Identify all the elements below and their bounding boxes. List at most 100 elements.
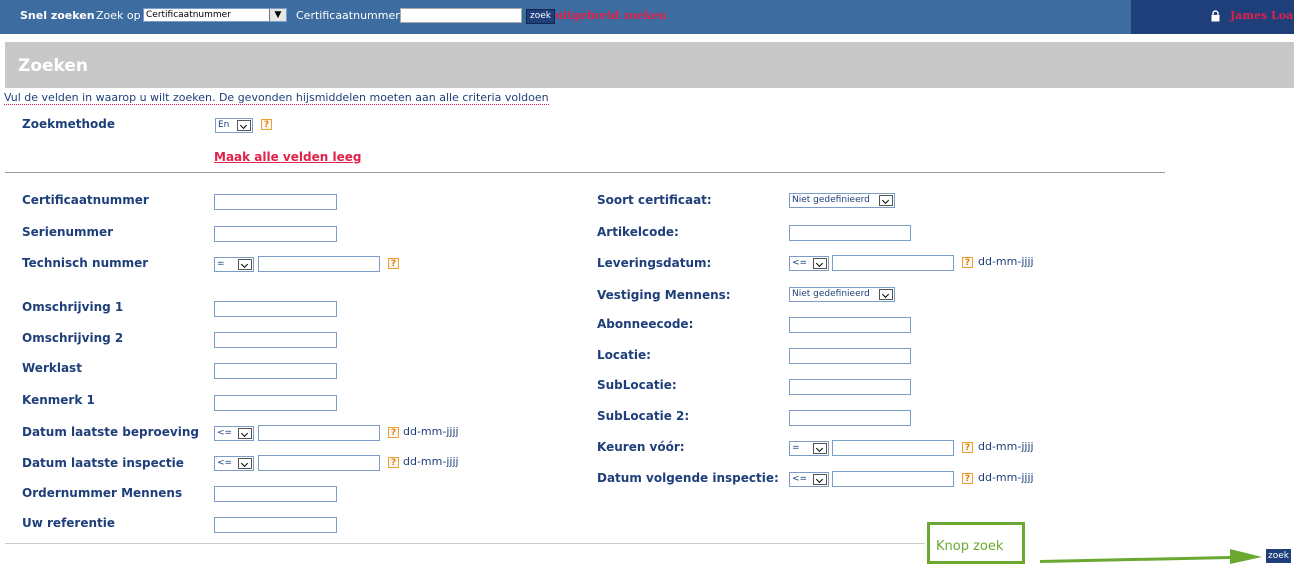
help-icon[interactable]: ? [962,257,973,268]
omschrijving-1-input[interactable] [214,301,337,317]
keuren-voor-input[interactable] [832,440,954,456]
label-locatie: Locatie: [597,348,651,362]
sublocatie-input[interactable] [789,379,911,395]
intro-text: Vul de velden in waarop u wilt zoeken. D… [4,91,549,105]
date-format-hint: dd-mm-jjjj [978,440,1034,453]
label-keuren-voor: Keuren vóór: [597,440,685,454]
chevron-down-icon [813,258,827,269]
chevron-down-icon [238,458,252,469]
technisch-nummer-input[interactable] [258,256,380,272]
beproeving-operator-select[interactable]: <= [214,426,254,441]
help-icon[interactable]: ? [388,427,399,438]
label-omschrijving-1: Omschrijving 1 [22,300,124,314]
chevron-down-icon [813,474,827,485]
method-select[interactable]: En [215,118,253,133]
date-format-hint: dd-mm-jjjj [978,471,1034,484]
certificaatnummer-input[interactable] [214,194,337,210]
label-datum-laatste-inspectie: Datum laatste inspectie [22,456,184,470]
chevron-down-icon: ▼ [269,9,286,21]
operator-value: <= [792,474,808,484]
search-by-label: Zoek op [96,9,141,22]
abonneecode-input[interactable] [789,317,911,333]
date-format-hint: dd-mm-jjjj [978,255,1034,268]
clear-fields-link[interactable]: Maak alle velden leeg [214,150,361,164]
search-submit-button[interactable]: zoek [1266,549,1291,563]
user-name-link[interactable]: James Loa [1230,9,1293,22]
label-datum-volgende-inspectie: Datum volgende inspectie: [597,471,779,485]
label-soort-certificaat: Soort certificaat: [597,193,712,207]
divider [5,543,925,544]
help-icon[interactable]: ? [388,457,399,468]
advanced-search-link[interactable]: uitgebreid zoeken [555,9,666,22]
help-icon[interactable]: ? [962,473,973,484]
werklast-input[interactable] [214,363,337,379]
operator-value: = [792,443,800,453]
label-certificaatnummer: Certificaatnummer [22,193,149,207]
help-icon[interactable]: ? [962,442,973,453]
page-title: Zoeken [18,56,89,76]
operator-value: <= [217,458,233,468]
divider [5,172,1165,173]
label-artikelcode: Artikelcode: [597,225,679,239]
sublocatie-2-input[interactable] [789,410,911,426]
leveringsdatum-operator-select[interactable]: <= [789,256,829,271]
soort-certificaat-value: Niet gedefinieerd [792,195,870,205]
omschrijving-2-input[interactable] [214,332,337,348]
keuren-voor-operator-select[interactable]: = [789,441,829,456]
operator-value: = [217,259,225,269]
label-sublocatie: SubLocatie: [597,378,677,392]
soort-certificaat-select[interactable]: Niet gedefinieerd [789,193,895,208]
locatie-input[interactable] [789,348,911,364]
inspectie-operator-select[interactable]: <= [214,456,254,471]
date-format-hint: dd-mm-jjjj [403,425,459,438]
arrow-right-icon [1040,549,1262,564]
serienummer-input[interactable] [214,226,337,242]
method-value: En [218,120,230,130]
label-ordernummer-mennens: Ordernummer Mennens [22,486,183,500]
volgende-inspectie-operator-select[interactable]: <= [789,472,829,487]
help-icon[interactable]: ? [261,119,272,130]
quick-field-label: Certificaatnummer [296,9,400,22]
operator-value: <= [217,428,233,438]
chevron-down-icon [879,195,893,206]
chevron-down-icon [238,259,252,270]
label-uw-referentie: Uw referentie [22,516,116,530]
method-label: Zoekmethode [22,117,115,131]
label-technisch-nummer: Technisch nummer [22,256,149,270]
label-sublocatie-2: SubLocatie 2: [597,409,690,423]
label-abonneecode: Abonneecode: [597,317,694,331]
ordernummer-input[interactable] [214,486,337,502]
quick-search-label: Snel zoeken [20,9,95,22]
vestiging-select[interactable]: Niet gedefinieerd [789,287,895,302]
leveringsdatum-input[interactable] [832,255,954,271]
date-format-hint: dd-mm-jjjj [403,455,459,468]
artikelcode-input[interactable] [789,225,911,241]
chevron-down-icon [237,120,251,131]
callout-box: Knop zoek [927,522,1025,564]
label-werklast: Werklast [22,361,82,375]
label-serienummer: Serienummer [22,225,114,239]
chevron-down-icon [238,428,252,439]
quick-search-button[interactable]: zoek [526,9,555,24]
quick-search-input[interactable] [400,8,522,23]
chevron-down-icon [813,443,827,454]
search-by-value: Certificaatnummer [146,10,231,20]
datum-volgende-input[interactable] [832,471,954,487]
datum-inspectie-input[interactable] [258,455,380,471]
callout-label: Knop zoek [936,539,1004,554]
label-kenmerk-1: Kenmerk 1 [22,393,95,407]
title-bar: Zoeken [5,42,1294,88]
vestiging-value: Niet gedefinieerd [792,289,870,299]
uw-referentie-input[interactable] [214,517,337,533]
help-icon[interactable]: ? [388,258,399,269]
operator-value: <= [792,258,808,268]
lock-icon [1211,10,1220,22]
label-vestiging-mennens: Vestiging Mennens: [597,288,731,302]
search-by-select[interactable]: Certificaatnummer ▼ [143,8,287,22]
label-omschrijving-2: Omschrijving 2 [22,331,124,345]
datum-beproeving-input[interactable] [258,425,380,441]
technisch-operator-select[interactable]: = [214,257,254,272]
label-datum-laatste-beproeving: Datum laatste beproeving [22,425,199,439]
chevron-down-icon [879,289,893,300]
kenmerk-1-input[interactable] [214,395,337,411]
